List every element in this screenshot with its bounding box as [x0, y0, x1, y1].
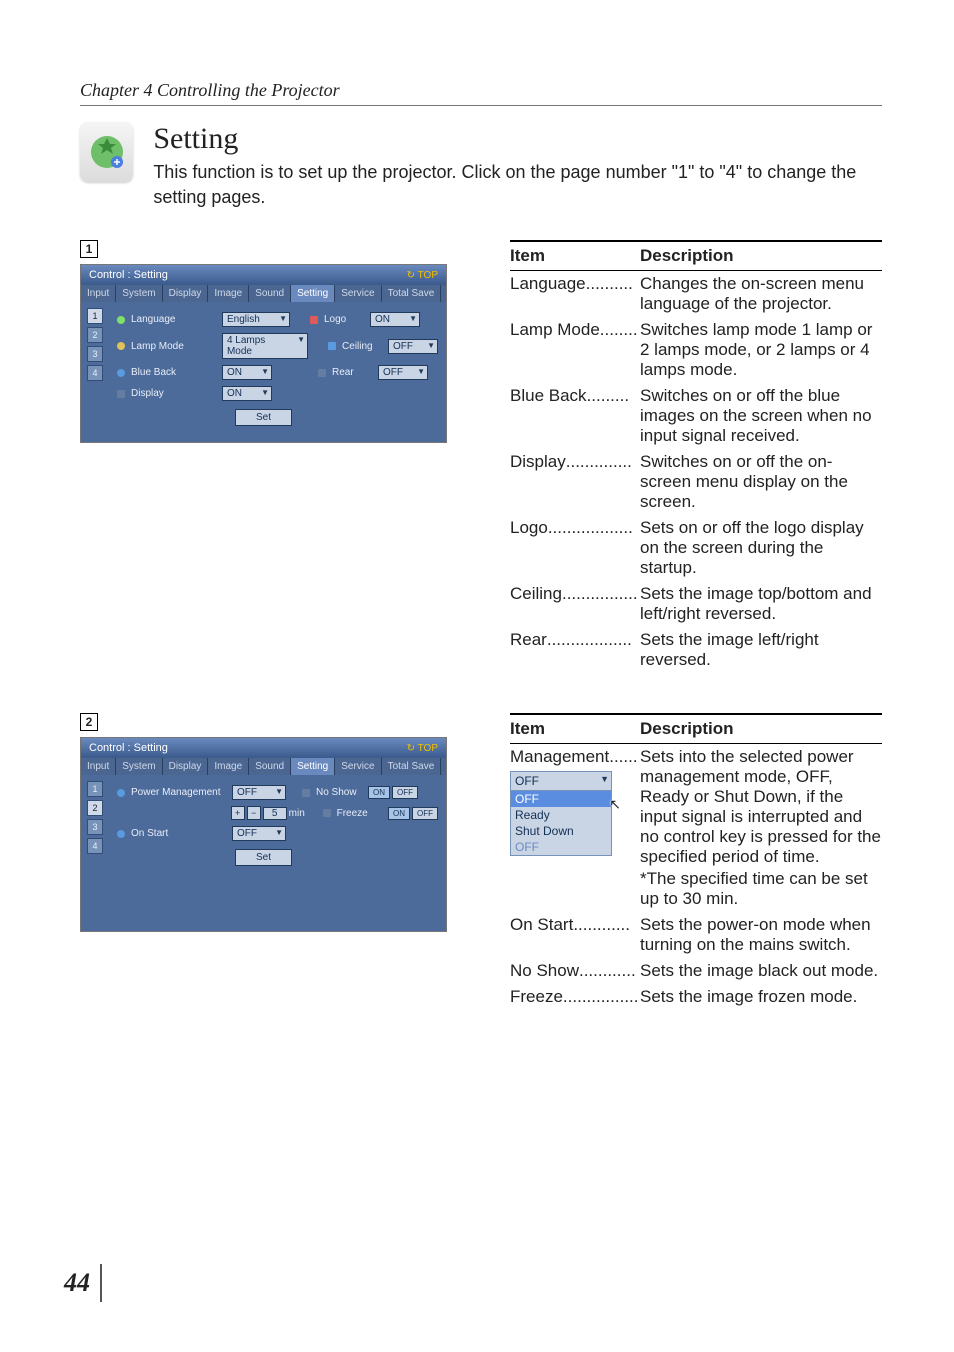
pager2-3[interactable]: 3	[87, 819, 103, 835]
logo-label: Logo	[324, 314, 364, 325]
section-number-1: 1	[80, 240, 98, 258]
page-title: Setting	[153, 122, 882, 156]
screenshot-1: Control : Setting ↻ TOP Input System Dis…	[80, 264, 447, 443]
management-dropdown[interactable]: OFF OFF Ready Shut Down OFF ↖	[510, 771, 612, 856]
tab-display[interactable]: Display	[163, 285, 209, 302]
blueback-label: Blue Back	[131, 367, 216, 378]
freeze-icon	[323, 809, 331, 817]
tab-system[interactable]: System	[116, 285, 162, 302]
top-link[interactable]: ↻ TOP	[407, 270, 438, 281]
set-button-2[interactable]: Set	[235, 849, 292, 866]
language-select[interactable]: English	[222, 312, 290, 327]
tab-image-2[interactable]: Image	[208, 758, 249, 775]
lamp-select[interactable]: 4 Lamps Mode	[222, 333, 308, 359]
window-title: Control : Setting	[89, 269, 168, 281]
intro-text: This function is to set up the projector…	[153, 160, 882, 210]
tab-bar: Input System Display Image Sound Setting…	[81, 285, 446, 302]
noshow-label: No Show	[316, 787, 362, 798]
tab-service[interactable]: Service	[335, 285, 381, 302]
tab-input[interactable]: Input	[81, 285, 116, 302]
tab-input-2[interactable]: Input	[81, 758, 116, 775]
language-icon	[117, 316, 125, 324]
rear-label: Rear	[332, 367, 372, 378]
onstart-select[interactable]: OFF	[232, 826, 286, 841]
ceiling-select[interactable]: OFF	[388, 339, 438, 354]
lamp-label: Lamp Mode	[131, 341, 216, 352]
pager-1[interactable]: 1	[87, 308, 103, 324]
pm-icon	[117, 789, 125, 797]
tab-service-2[interactable]: Service	[335, 758, 381, 775]
ceiling-icon	[328, 342, 336, 350]
tab-total-save[interactable]: Total Save	[382, 285, 442, 302]
pm-time-spinner[interactable]: +− 5 min	[231, 806, 305, 820]
ceiling-label: Ceiling	[342, 341, 382, 352]
tab-image[interactable]: Image	[208, 285, 249, 302]
pager2-2[interactable]: 2	[87, 800, 103, 816]
pm-label: Power Management	[131, 787, 226, 798]
tab-display-2[interactable]: Display	[163, 758, 209, 775]
blueback-select[interactable]: ON	[222, 365, 272, 380]
language-label: Language	[131, 314, 216, 325]
tab-setting-2[interactable]: Setting	[291, 758, 335, 775]
display-select[interactable]: ON	[222, 386, 272, 401]
blueback-icon	[117, 369, 125, 377]
table1-head: Item Description	[510, 240, 882, 271]
tab-sound-2[interactable]: Sound	[249, 758, 291, 775]
set-button[interactable]: Set	[235, 409, 292, 426]
pager2-4[interactable]: 4	[87, 838, 103, 854]
pager-2[interactable]: 2	[87, 327, 103, 343]
noshow-toggle[interactable]: ON OFF	[368, 786, 418, 799]
tab-setting[interactable]: Setting	[291, 285, 335, 302]
tab-system-2[interactable]: System	[116, 758, 162, 775]
freeze-toggle[interactable]: ON OFF	[388, 807, 438, 820]
chapter-header: Chapter 4 Controlling the Projector	[80, 80, 882, 106]
section-number-2: 2	[80, 713, 98, 731]
display-icon	[117, 390, 125, 398]
table1-body: Language ..........Changes the on-screen…	[510, 271, 882, 673]
pager-3[interactable]: 3	[87, 346, 103, 362]
display-label: Display	[131, 388, 216, 399]
pager-4[interactable]: 4	[87, 365, 103, 381]
title-row: Setting This function is to set up the p…	[80, 122, 882, 210]
lamp-icon	[117, 342, 125, 350]
rear-icon	[318, 369, 326, 377]
rear-select[interactable]: OFF	[378, 365, 428, 380]
settings-icon	[80, 122, 133, 182]
logo-select[interactable]: ON	[370, 312, 420, 327]
onstart-icon	[117, 830, 125, 838]
page-number: 44	[64, 1264, 102, 1302]
cursor-icon: ↖	[609, 796, 621, 813]
window-title-2: Control : Setting	[89, 742, 168, 754]
onstart-label: On Start	[131, 828, 226, 839]
screenshot-2: Control : Setting ↻ TOP Input System Dis…	[80, 737, 447, 932]
tab-sound[interactable]: Sound	[249, 285, 291, 302]
tab-total-save-2[interactable]: Total Save	[382, 758, 442, 775]
pm-select[interactable]: OFF	[232, 785, 286, 800]
noshow-icon	[302, 789, 310, 797]
top-link-2[interactable]: ↻ TOP	[407, 743, 438, 754]
pager: 1 2 3 4	[87, 308, 103, 381]
logo-icon	[310, 316, 318, 324]
table2-head: Item Description	[510, 713, 882, 744]
table2-body: Management...... OFF OFF Ready Shut Down…	[510, 744, 882, 1010]
pager2-1[interactable]: 1	[87, 781, 103, 797]
freeze-label: Freeze	[337, 808, 382, 819]
